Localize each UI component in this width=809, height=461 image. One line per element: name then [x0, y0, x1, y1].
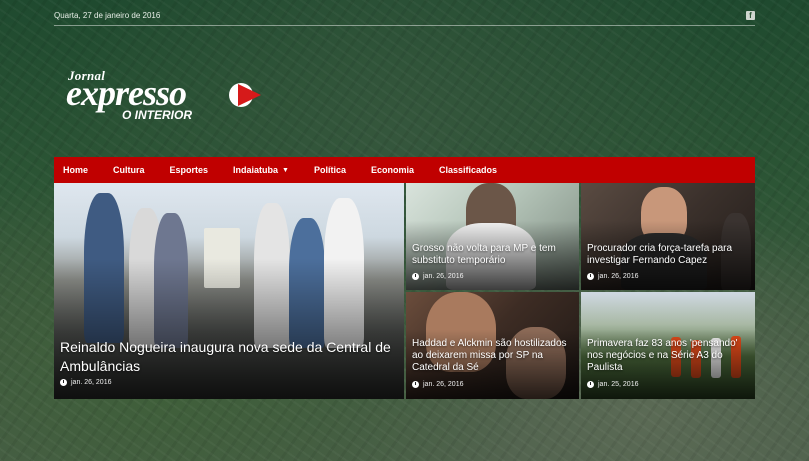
article-title[interactable]: Primavera faz 83 anos 'pensando' nos neg… [587, 338, 749, 374]
article-date: jan. 25, 2016 [598, 381, 639, 388]
featured-articles-grid: Reinaldo Nogueira inaugura nova sede da … [54, 183, 755, 399]
featured-article-5[interactable]: Primavera faz 83 anos 'pensando' nos neg… [581, 292, 755, 399]
clock-icon [412, 273, 419, 280]
article-meta: jan. 25, 2016 [587, 381, 638, 388]
article-title[interactable]: Grosso não volta para MP e tem substitut… [412, 243, 573, 267]
nav-item-classificados[interactable]: Classificados [439, 165, 497, 175]
article-date: jan. 26, 2016 [598, 273, 639, 280]
clock-icon [587, 381, 594, 388]
nav-item-home[interactable]: Home [63, 165, 88, 175]
logo-play-arrow-icon [229, 83, 261, 107]
nav-item-cultura[interactable]: Cultura [113, 165, 145, 175]
chevron-down-icon: ▼ [282, 166, 289, 174]
top-bar: Quarta, 27 de janeiro de 2016 f [54, 6, 755, 26]
article-meta: jan. 26, 2016 [60, 379, 111, 386]
logo-interior-text: O INTERIOR [122, 108, 193, 122]
article-meta: jan. 26, 2016 [587, 273, 638, 280]
article-meta: jan. 26, 2016 [412, 273, 463, 280]
featured-article-main[interactable]: Reinaldo Nogueira inaugura nova sede da … [54, 183, 404, 399]
nav-item-indaiatuba[interactable]: Indaiatuba ▼ [233, 165, 289, 175]
main-navigation: Home Cultura Esportes Indaiatuba ▼ Políti… [54, 157, 755, 183]
facebook-icon[interactable]: f [746, 11, 755, 20]
article-title[interactable]: Reinaldo Nogueira inaugura nova sede da … [60, 338, 398, 376]
featured-article-4[interactable]: Haddad e Alckmin são hostilizados ao dei… [406, 292, 579, 399]
featured-article-2[interactable]: Grosso não volta para MP e tem substitut… [406, 183, 579, 290]
clock-icon [587, 273, 594, 280]
article-meta: jan. 26, 2016 [412, 381, 463, 388]
current-date: Quarta, 27 de janeiro de 2016 [54, 11, 161, 20]
nav-item-economia[interactable]: Economia [371, 165, 414, 175]
article-title[interactable]: Haddad e Alckmin são hostilizados ao dei… [412, 338, 573, 374]
nav-item-esportes[interactable]: Esportes [170, 165, 209, 175]
clock-icon [412, 381, 419, 388]
clock-icon [60, 379, 67, 386]
article-date: jan. 26, 2016 [423, 381, 464, 388]
article-title[interactable]: Procurador cria força-tarefa para invest… [587, 243, 749, 267]
nav-item-politica[interactable]: Política [314, 165, 346, 175]
article-date: jan. 26, 2016 [71, 379, 112, 386]
site-logo[interactable]: Jornal expresso O INTERIOR [66, 68, 266, 124]
article-date: jan. 26, 2016 [423, 273, 464, 280]
featured-article-3[interactable]: Procurador cria força-tarefa para invest… [581, 183, 755, 290]
